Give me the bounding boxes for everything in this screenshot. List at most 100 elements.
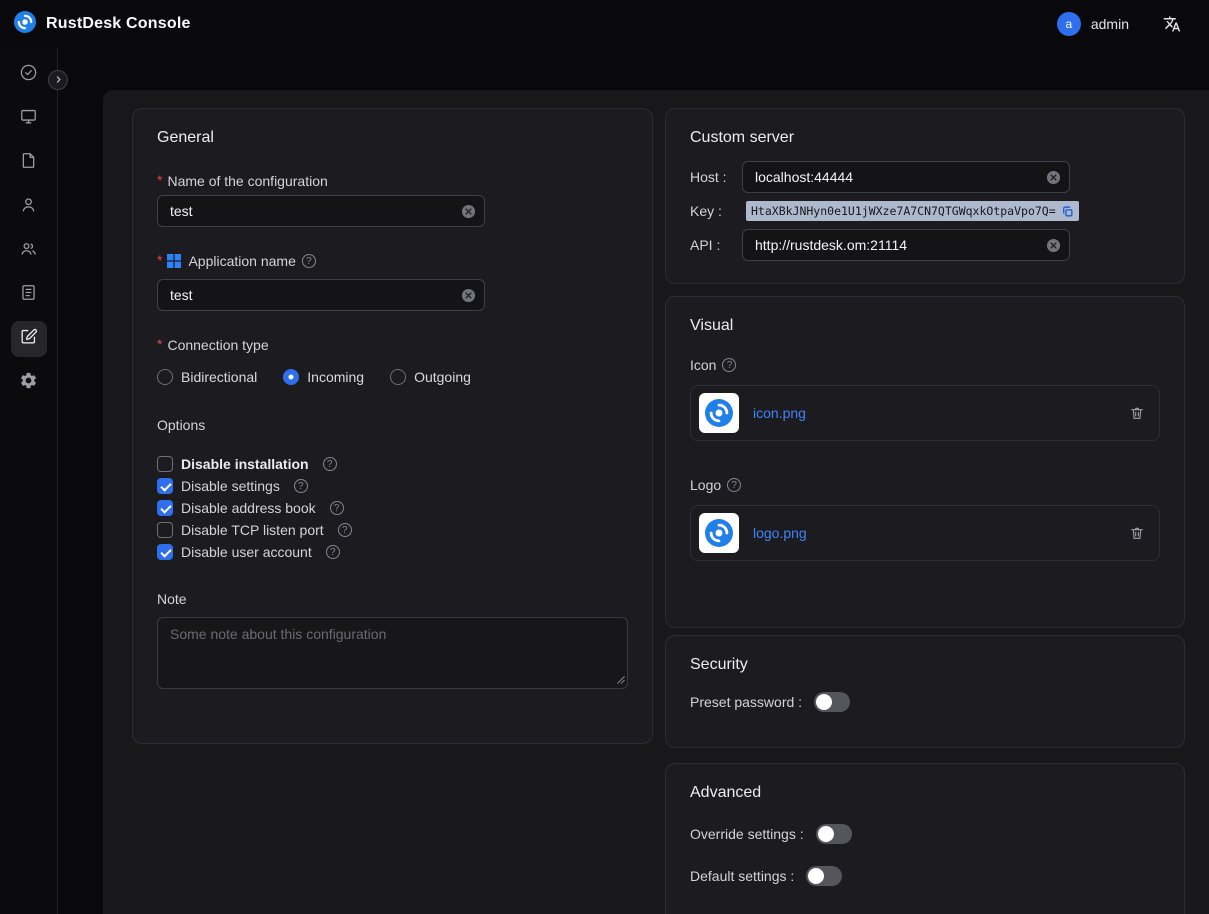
sidebar-collapse-button[interactable] bbox=[48, 70, 68, 90]
option-disable-installation[interactable]: Disable installation bbox=[157, 453, 628, 475]
sidebar-item-custom-client[interactable] bbox=[11, 321, 47, 357]
option-disable-settings[interactable]: Disable settings bbox=[157, 475, 628, 497]
sidebar-item-documents[interactable] bbox=[11, 145, 47, 181]
copy-icon[interactable] bbox=[1061, 205, 1074, 218]
sidebar-item-devices[interactable] bbox=[11, 101, 47, 137]
help-icon[interactable] bbox=[294, 479, 308, 493]
note-textarea[interactable] bbox=[157, 617, 628, 689]
host-label: Host : bbox=[690, 169, 742, 185]
security-card: Security Preset password : bbox=[665, 635, 1185, 748]
visual-title: Visual bbox=[690, 317, 1160, 335]
clear-icon[interactable] bbox=[1046, 238, 1061, 253]
preset-password-label: Preset password : bbox=[690, 694, 802, 710]
radio-icon-selected[interactable] bbox=[283, 369, 299, 385]
advanced-card: Advanced Override settings : Default set… bbox=[665, 763, 1185, 914]
sidebar-item-users[interactable] bbox=[11, 189, 47, 225]
sidebar-item-audit-log[interactable] bbox=[11, 277, 47, 313]
clear-icon[interactable] bbox=[1046, 170, 1061, 185]
option-label: Disable user account bbox=[181, 544, 312, 560]
config-name-input[interactable] bbox=[157, 195, 485, 227]
icon-label: Icon bbox=[690, 357, 1160, 373]
brand: RustDesk Console bbox=[14, 11, 191, 38]
api-input[interactable] bbox=[742, 229, 1070, 261]
help-icon[interactable] bbox=[338, 523, 352, 537]
host-input[interactable] bbox=[742, 161, 1070, 193]
app-title: RustDesk Console bbox=[46, 15, 191, 33]
chevron-right-icon bbox=[54, 71, 63, 89]
custom-server-title: Custom server bbox=[690, 129, 1160, 147]
monitor-icon bbox=[19, 107, 38, 131]
option-label: Disable address book bbox=[181, 500, 316, 516]
checkbox-checked-icon[interactable] bbox=[157, 500, 173, 516]
icon-thumbnail bbox=[699, 393, 739, 433]
logo-label-text: Logo bbox=[690, 477, 721, 493]
option-disable-address-book[interactable]: Disable address book bbox=[157, 497, 628, 519]
visual-card: Visual Icon icon.png Logo bbox=[665, 296, 1185, 628]
option-disable-user-account[interactable]: Disable user account bbox=[157, 541, 628, 563]
general-card: General Name of the configuration Applic… bbox=[132, 108, 653, 744]
user-avatar[interactable]: a bbox=[1057, 12, 1081, 36]
translate-icon[interactable] bbox=[1163, 15, 1181, 33]
option-label: Disable installation bbox=[181, 456, 309, 472]
preset-password-row: Preset password : bbox=[690, 692, 1160, 712]
options-checkbox-list: Disable installation Disable settings Di… bbox=[157, 453, 628, 563]
key-label: Key : bbox=[690, 203, 742, 219]
checkbox-icon[interactable] bbox=[157, 522, 173, 538]
clear-icon[interactable] bbox=[461, 204, 476, 219]
app-name-input[interactable] bbox=[157, 279, 485, 311]
help-icon[interactable] bbox=[323, 457, 337, 471]
default-settings-toggle[interactable] bbox=[806, 866, 842, 886]
radio-label: Bidirectional bbox=[181, 369, 257, 385]
option-disable-tcp-listen-port[interactable]: Disable TCP listen port bbox=[157, 519, 628, 541]
override-settings-toggle[interactable] bbox=[816, 824, 852, 844]
check-circle-icon bbox=[19, 63, 38, 87]
connection-type-label: Connection type bbox=[157, 337, 628, 353]
host-row: Host : bbox=[690, 161, 1160, 193]
connection-type-radio-group: Bidirectional Incoming Outgoing bbox=[157, 369, 628, 385]
checkbox-checked-icon[interactable] bbox=[157, 478, 173, 494]
help-icon[interactable] bbox=[302, 254, 316, 268]
trash-icon[interactable] bbox=[1129, 525, 1145, 541]
user-name[interactable]: admin bbox=[1091, 16, 1129, 32]
logo-label: Logo bbox=[690, 477, 1160, 493]
help-icon[interactable] bbox=[326, 545, 340, 559]
help-icon[interactable] bbox=[722, 358, 736, 372]
key-value: HtaXBkJNHyn0e1U1jWXze7A7CN7QTGWqxkOtpaVp… bbox=[751, 204, 1056, 218]
help-icon[interactable] bbox=[727, 478, 741, 492]
checkbox-icon[interactable] bbox=[157, 456, 173, 472]
sidebar-item-status[interactable] bbox=[11, 57, 47, 93]
users-icon bbox=[19, 239, 38, 263]
windows-icon bbox=[167, 254, 181, 268]
radio-icon[interactable] bbox=[157, 369, 173, 385]
radio-outgoing[interactable]: Outgoing bbox=[390, 369, 471, 385]
radio-incoming[interactable]: Incoming bbox=[283, 369, 364, 385]
api-label: API : bbox=[690, 237, 742, 253]
app-name-label-text: Application name bbox=[188, 253, 295, 269]
logbook-icon bbox=[19, 283, 38, 307]
icon-file-box: icon.png bbox=[690, 385, 1160, 441]
api-row: API : bbox=[690, 229, 1160, 261]
logo-thumbnail bbox=[699, 513, 739, 553]
default-settings-row: Default settings : bbox=[690, 866, 1160, 886]
icon-filename-link[interactable]: icon.png bbox=[753, 405, 806, 421]
key-row: Key : HtaXBkJNHyn0e1U1jWXze7A7CN7QTGWqxk… bbox=[690, 201, 1160, 221]
preset-password-toggle[interactable] bbox=[814, 692, 850, 712]
sidebar-item-settings[interactable] bbox=[11, 365, 47, 401]
help-icon[interactable] bbox=[330, 501, 344, 515]
topbar: RustDesk Console a admin bbox=[0, 0, 1209, 48]
default-settings-label: Default settings : bbox=[690, 868, 794, 884]
sidebar-item-groups[interactable] bbox=[11, 233, 47, 269]
radio-bidirectional[interactable]: Bidirectional bbox=[157, 369, 257, 385]
clear-icon[interactable] bbox=[461, 288, 476, 303]
resize-handle-icon[interactable] bbox=[616, 671, 625, 689]
security-title: Security bbox=[690, 656, 1160, 674]
radio-icon[interactable] bbox=[390, 369, 406, 385]
trash-icon[interactable] bbox=[1129, 405, 1145, 421]
main-panel: General Name of the configuration Applic… bbox=[103, 90, 1209, 914]
logo-file-box: logo.png bbox=[690, 505, 1160, 561]
checkbox-checked-icon[interactable] bbox=[157, 544, 173, 560]
option-label: Disable settings bbox=[181, 478, 280, 494]
sidebar bbox=[0, 48, 58, 914]
custom-server-card: Custom server Host : Key : HtaXBkJNHyn0e… bbox=[665, 108, 1185, 284]
logo-filename-link[interactable]: logo.png bbox=[753, 525, 807, 541]
